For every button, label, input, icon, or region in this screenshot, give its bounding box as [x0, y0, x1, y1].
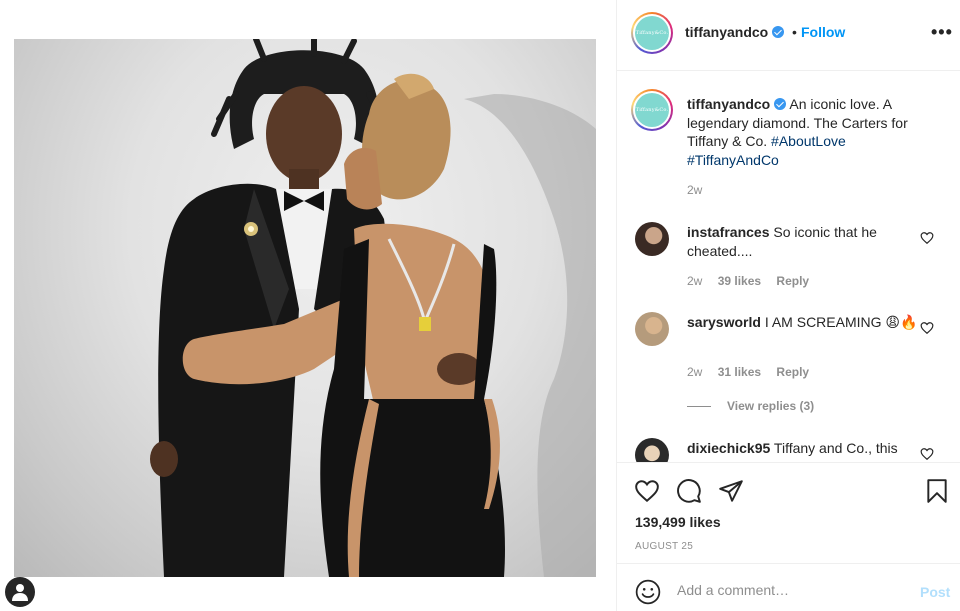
comment-meta: 2w 39 likes Reply [687, 274, 821, 288]
comment-icon[interactable] [676, 478, 702, 504]
comment: sarysworld I AM SCREAMING 😩🔥 [687, 313, 927, 332]
share-icon[interactable] [718, 478, 744, 504]
likes-count[interactable]: 139,499 likes [635, 514, 721, 530]
view-replies-label[interactable]: View replies (3) [727, 399, 814, 413]
caption-username[interactable]: tiffanyandco [687, 96, 770, 112]
header-username-link[interactable]: tiffanyandco [685, 24, 785, 40]
avatar-border: Tiffany&Co. [633, 14, 671, 52]
smiley-icon[interactable] [635, 579, 661, 605]
post-date[interactable]: AUGUST 25 [635, 541, 693, 552]
post-comment-button[interactable]: Post [920, 584, 950, 600]
follow-button[interactable]: Follow [801, 24, 845, 40]
comment-time[interactable]: 2w [687, 365, 702, 379]
replies-divider [687, 406, 711, 408]
reply-button[interactable]: Reply [776, 365, 809, 379]
verified-badge-icon [772, 26, 785, 38]
tiffany-logo: Tiffany&Co. [635, 16, 669, 50]
caption: tiffanyandco An iconic love. A legendary… [687, 95, 927, 169]
comment-username[interactable]: instafrances [687, 224, 769, 240]
comment-input[interactable] [677, 582, 897, 598]
avatar-border: Tiffany&Co. [633, 91, 671, 129]
comment-likes[interactable]: 31 likes [718, 365, 761, 379]
more-options-icon[interactable]: ••• [931, 22, 953, 42]
account-avatar[interactable]: Tiffany&Co. [631, 12, 673, 54]
post-side-panel: Tiffany&Co. tiffanyandco • Follow ••• Ti… [616, 0, 960, 611]
comment-time[interactable]: 2w [687, 274, 702, 288]
comment-text: Tiffany and Co., this [773, 440, 898, 456]
comments-list[interactable]: Tiffany&Co. tiffanyandco An iconic love.… [617, 72, 960, 462]
caption-meta: 2w [687, 183, 714, 197]
add-comment-bar: Post [617, 563, 960, 611]
hashtag-link[interactable]: #AboutLove [771, 133, 846, 149]
comment-username[interactable]: sarysworld [687, 314, 761, 330]
comment-like-heart-icon[interactable] [920, 231, 934, 245]
comment-like-heart-icon[interactable] [920, 321, 934, 335]
caption-time[interactable]: 2w [687, 183, 702, 197]
comment: instafrances So iconic that he cheated..… [687, 223, 927, 260]
post-actions: 139,499 likes AUGUST 25 [617, 462, 960, 560]
header-separator-dot: • [792, 24, 797, 40]
reply-button[interactable]: Reply [776, 274, 809, 288]
comment-likes[interactable]: 39 likes [718, 274, 761, 288]
header-username[interactable]: tiffanyandco [685, 24, 768, 40]
commenter-avatar[interactable] [635, 312, 669, 346]
profile-user-icon[interactable] [5, 577, 35, 607]
caption-avatar[interactable]: Tiffany&Co. [631, 89, 673, 131]
comment-username[interactable]: dixiechick95 [687, 440, 770, 456]
hashtag-link[interactable]: #TiffanyAndCo [687, 152, 779, 168]
commenter-avatar[interactable] [635, 222, 669, 256]
commenter-avatar[interactable] [635, 438, 669, 462]
comment-text: I AM SCREAMING 😩🔥 [764, 314, 918, 330]
bookmark-icon[interactable] [924, 478, 950, 504]
post-header: Tiffany&Co. tiffanyandco • Follow ••• [617, 0, 960, 71]
comment: dixiechick95 Tiffany and Co., this [687, 439, 927, 458]
tiffany-logo: Tiffany&Co. [635, 93, 669, 127]
comment-like-heart-icon[interactable] [920, 447, 934, 461]
verified-badge-icon [774, 98, 787, 110]
comment-meta: 2w 31 likes Reply [687, 365, 821, 379]
media-area [0, 0, 616, 611]
post-photo[interactable] [14, 39, 596, 577]
view-replies-button[interactable]: View replies (3) [687, 399, 814, 413]
heart-icon[interactable] [634, 478, 660, 504]
